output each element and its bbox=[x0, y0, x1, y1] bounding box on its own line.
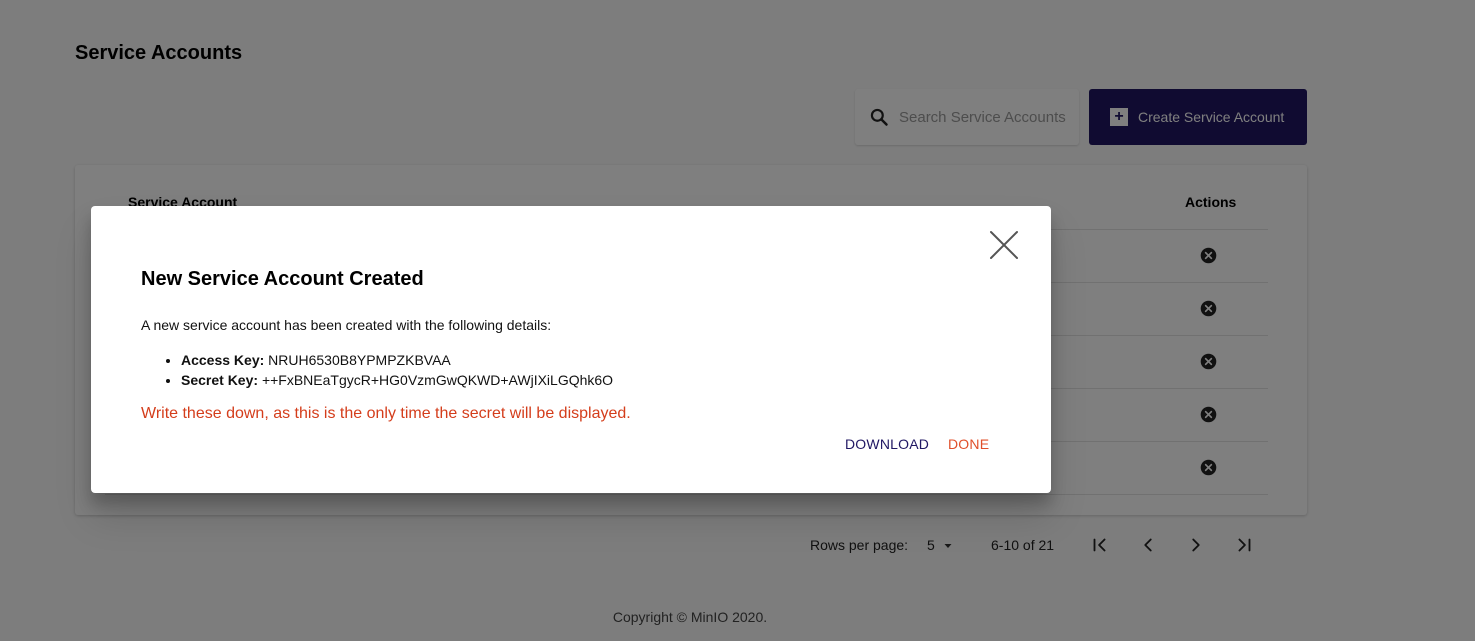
secret-key-label: Secret Key: bbox=[181, 372, 259, 388]
done-button[interactable]: DONE bbox=[948, 436, 989, 452]
dialog-description: A new service account has been created w… bbox=[141, 317, 552, 333]
secret-key-value: ++FxBNEaTgycR+HG0VzmGwQKWD+AWjIXiLGQhk6O bbox=[261, 372, 614, 388]
credentials-list: Access Key: NRUH6530B8YPMPZKBVAA Secret … bbox=[181, 350, 613, 390]
access-key-item: Access Key: NRUH6530B8YPMPZKBVAA bbox=[181, 350, 613, 370]
service-account-created-dialog: New Service Account Created A new servic… bbox=[91, 206, 1051, 493]
secret-key-item: Secret Key: ++FxBNEaTgycR+HG0VzmGwQKWD+A… bbox=[181, 370, 613, 390]
access-key-value: NRUH6530B8YPMPZKBVAA bbox=[268, 352, 451, 368]
download-button[interactable]: DOWNLOAD bbox=[845, 436, 929, 452]
close-icon[interactable] bbox=[989, 230, 1019, 260]
dialog-title: New Service Account Created bbox=[141, 268, 424, 290]
access-key-label: Access Key: bbox=[181, 352, 265, 368]
warning-message: Write these down, as this is the only ti… bbox=[141, 405, 631, 422]
